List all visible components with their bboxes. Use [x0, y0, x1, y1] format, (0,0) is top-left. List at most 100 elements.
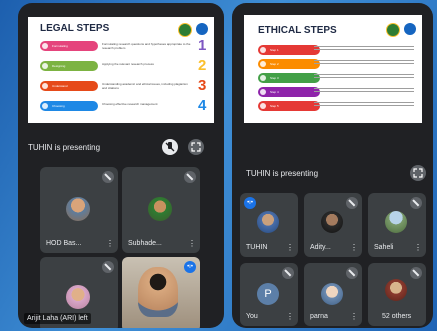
speaking-indicator-icon: •ı• [244, 197, 256, 209]
step-label: Step 3 [270, 76, 279, 80]
step-pill: Formulating [40, 41, 98, 51]
fullscreen-icon [191, 142, 201, 152]
meet-window-left: LEGAL STEPS Formulating Formulating rese… [18, 3, 224, 328]
participant-tile[interactable]: parna ⋮ [304, 263, 362, 326]
step-icon [260, 47, 266, 53]
step-icon [42, 43, 48, 49]
participant-video [138, 267, 178, 317]
others-tile[interactable]: 52 others [368, 263, 426, 326]
mic-off-icon [346, 267, 358, 279]
step-label: Step 4 [270, 90, 279, 94]
step-description [314, 60, 414, 66]
more-options-button[interactable]: ⋮ [414, 244, 422, 252]
step-label: Understand [52, 84, 68, 88]
presenting-label: TUHIN is presenting [28, 143, 101, 152]
more-options-button[interactable]: ⋮ [350, 313, 358, 321]
participant-name: HOD Bas... [46, 240, 82, 247]
step-description: Applying the relevant research process [102, 62, 154, 66]
more-options-button[interactable]: ⋮ [286, 313, 294, 321]
participant-name: Subhade... [128, 240, 162, 247]
avatar [385, 211, 407, 233]
step-label: Step 5 [270, 104, 279, 108]
step-row: Step 4 [258, 87, 418, 99]
participant-tile[interactable]: Saheli ⋮ [368, 193, 426, 257]
step-label: Step 2 [270, 62, 279, 66]
step-icon [260, 103, 266, 109]
more-options-button[interactable]: ⋮ [286, 244, 294, 252]
step-icon [42, 63, 48, 69]
participant-tile[interactable]: Adity... ⋮ [304, 193, 362, 257]
slide-title: LEGAL STEPS [40, 23, 110, 34]
more-options-button[interactable]: ⋮ [188, 240, 196, 248]
crest-icon [404, 23, 416, 35]
step-label: Formulating [52, 44, 68, 48]
mic-off-icon [410, 267, 422, 279]
others-count: 52 others [382, 313, 412, 320]
fullscreen-button[interactable] [410, 165, 426, 181]
step-icon [42, 103, 48, 109]
avatar [148, 197, 172, 221]
mic-off-icon [346, 197, 358, 209]
step-number: 4 [198, 97, 207, 114]
step-pill: Step 5 [258, 101, 320, 111]
step-number: 1 [198, 37, 207, 54]
step-icon [260, 89, 266, 95]
speaking-indicator-icon: •ı• [184, 261, 196, 273]
step-description [314, 46, 414, 52]
step-label: Step 1 [270, 48, 279, 52]
mic-off-icon [282, 267, 294, 279]
step-row: Formulating Formulating research questio… [40, 37, 210, 54]
participant-tile-self[interactable]: P You ⋮ [240, 263, 298, 326]
step-row: Step 5 [258, 101, 418, 113]
step-icon [260, 75, 266, 81]
slide-title: ETHICAL STEPS [258, 25, 337, 36]
step-icon [260, 61, 266, 67]
step-number: 2 [198, 57, 207, 74]
shared-slide: LEGAL STEPS Formulating Formulating rese… [28, 17, 214, 123]
fullscreen-button[interactable] [188, 139, 204, 155]
fullscreen-icon [413, 168, 423, 178]
meet-window-right: ETHICAL STEPS Step 1 Step 2 Step 3 Step … [232, 3, 433, 328]
mic-off-icon [410, 197, 422, 209]
participant-tile[interactable]: •ı• TUHIN ⋮ [240, 193, 298, 257]
step-row: Step 1 [258, 45, 418, 57]
step-description: Formulating research questions and hypot… [102, 42, 191, 50]
participant-tile[interactable]: Subhade... ⋮ [122, 167, 200, 253]
more-options-button[interactable]: ⋮ [106, 240, 114, 248]
participant-name: TUHIN [246, 244, 268, 251]
avatar [385, 279, 407, 301]
step-icon [42, 83, 48, 89]
pin-off-icon [165, 142, 175, 152]
step-number: 3 [198, 77, 207, 94]
crest-icon [196, 23, 208, 35]
step-description [314, 74, 414, 80]
step-row: Step 3 [258, 73, 418, 85]
step-row: Understand Understanding academic and et… [40, 77, 210, 94]
left-notification: Arijit Laha (ARI) left [24, 313, 91, 324]
shared-slide: ETHICAL STEPS Step 1 Step 2 Step 3 Step … [244, 15, 422, 123]
avatar [66, 285, 90, 309]
step-pill: Choosing [40, 101, 98, 111]
step-description: Understanding academic and ethical issue… [102, 82, 188, 90]
participant-video-tile[interactable]: •ı• [122, 257, 200, 328]
avatar [66, 197, 90, 221]
avatar: P [257, 283, 279, 305]
logo-icon [386, 23, 400, 37]
step-row: Choosing Choosing effective research man… [40, 97, 210, 114]
participant-tile[interactable]: HOD Bas... ⋮ [40, 167, 118, 253]
participant-name: Adity... [310, 244, 331, 251]
step-pill: Step 4 [258, 87, 320, 97]
avatar [321, 211, 343, 233]
pin-off-button[interactable] [162, 139, 178, 155]
step-description: Choosing effective research management [102, 102, 158, 106]
participant-name: Saheli [374, 244, 394, 251]
mic-off-icon [184, 171, 196, 183]
step-row: Step 2 [258, 59, 418, 71]
step-pill: Step 3 [258, 73, 320, 83]
step-pill: Designing [40, 61, 98, 71]
participant-name: You [246, 313, 258, 320]
avatar [257, 211, 279, 233]
more-options-button[interactable]: ⋮ [350, 244, 358, 252]
logo-icon [178, 23, 192, 37]
mic-off-icon [102, 261, 114, 273]
